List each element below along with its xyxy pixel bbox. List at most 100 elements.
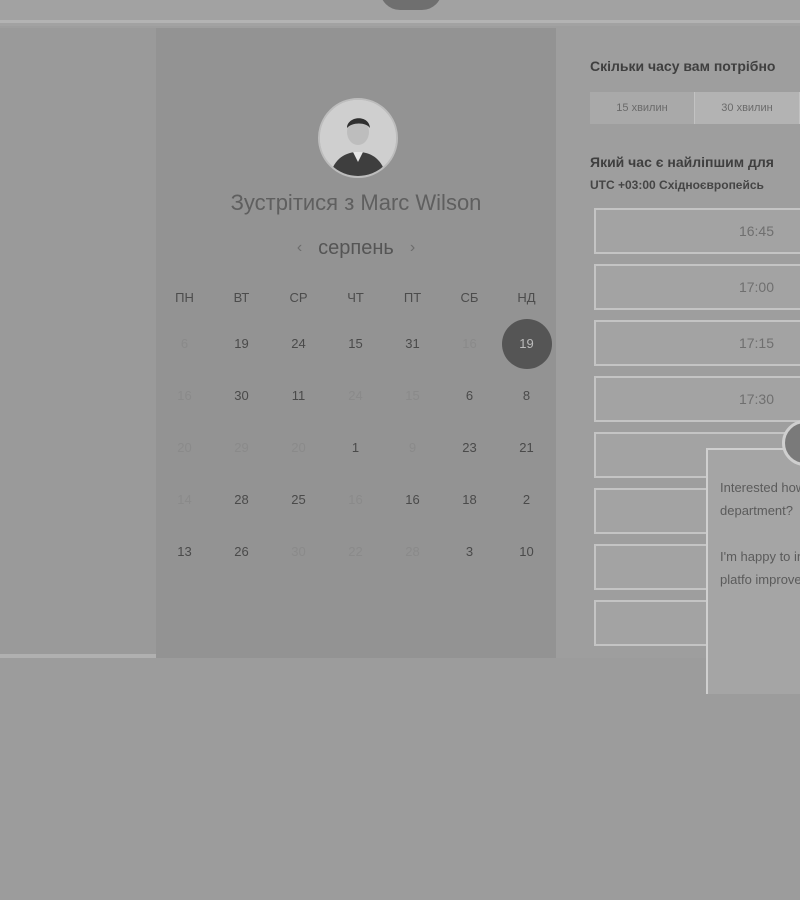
calendar-day-number: 30 xyxy=(291,544,306,559)
calendar-day: 14 xyxy=(156,474,213,526)
time-slot-button[interactable]: 16:45 xyxy=(594,208,800,254)
calendar-day-number: 25 xyxy=(291,492,306,507)
calendar-day[interactable]: 28 xyxy=(213,474,270,526)
calendar-day: 24 xyxy=(327,370,384,422)
chevron-left-icon[interactable]: ‹ xyxy=(297,239,302,257)
calendar-day-number: 16 xyxy=(405,492,420,507)
calendar-day: 30 xyxy=(270,526,327,578)
duration-selector: 15 хвилин 30 хвилин xyxy=(590,92,800,124)
calendar-weeks: 6 19 24 15 31 16 19 16 30 11 24 15 6 8 20 29 20 1 9 23 21 14 2… xyxy=(156,318,556,578)
chat-paragraph-2: I'm happy to insight into h use our plat… xyxy=(720,549,800,587)
calendar-day-number: 21 xyxy=(519,440,534,455)
weekday-label: ПН xyxy=(175,290,194,305)
calendar-grid: ПН ВТ СР ЧТ ПТ СБ НД 6 19 24 15 31 16 19 16 30 11 24 15 6 8… xyxy=(156,290,556,578)
calendar-day-number: 29 xyxy=(234,440,249,455)
calendar-day[interactable]: 25 xyxy=(270,474,327,526)
calendar-day: 16 xyxy=(156,370,213,422)
calendar-day-number: 2 xyxy=(522,492,531,507)
calendar-day-number: 23 xyxy=(462,440,477,455)
calendar-day[interactable]: 13 xyxy=(156,526,213,578)
calendar-day-number: 24 xyxy=(348,388,363,403)
calendar-day-number: 19 xyxy=(501,319,552,369)
calendar-day-number: 15 xyxy=(348,336,363,351)
time-slot-button[interactable]: 17:15 xyxy=(594,320,800,366)
calendar-day[interactable]: 1 xyxy=(327,422,384,474)
chat-paragraph-1: Interested how Management department? xyxy=(720,480,800,518)
host-avatar xyxy=(318,98,398,178)
calendar-day[interactable]: 15 xyxy=(327,318,384,370)
weekday-label: ПТ xyxy=(403,290,422,305)
calendar-day-number: 20 xyxy=(291,440,306,455)
time-slot-button[interactable]: 17:30 xyxy=(594,376,800,422)
calendar-day-number: 1 xyxy=(351,440,360,455)
chevron-right-icon[interactable]: › xyxy=(410,239,415,257)
calendar-week-row: 16 30 11 24 15 6 8 xyxy=(156,370,556,422)
calendar-day-number: 3 xyxy=(465,544,474,559)
calendar-day-number: 14 xyxy=(177,492,192,507)
calendar-week-row: 20 29 20 1 9 23 21 xyxy=(156,422,556,474)
calendar-day-number: 6 xyxy=(465,388,474,403)
weekday-label: ВТ xyxy=(233,290,250,305)
calendar-day: 29 xyxy=(213,422,270,474)
calendar-day[interactable]: 23 xyxy=(441,422,498,474)
duration-option[interactable]: 30 хвилин xyxy=(695,92,800,124)
calendar-day[interactable]: 21 xyxy=(498,422,555,474)
calendar-day[interactable]: 11 xyxy=(270,370,327,422)
calendar-day: 6 xyxy=(156,318,213,370)
calendar-day[interactable]: 31 xyxy=(384,318,441,370)
calendar-day-number: 30 xyxy=(234,388,249,403)
calendar-day[interactable]: 26 xyxy=(213,526,270,578)
duration-question: Скільки часу вам потрібно xyxy=(590,58,776,74)
brand-logo-icon[interactable] xyxy=(380,0,442,10)
calendar-day: 28 xyxy=(384,526,441,578)
meeting-title: Зустрітися з Marc Wilson xyxy=(230,190,482,215)
calendar-day-number: 16 xyxy=(462,336,477,351)
time-slot-button[interactable]: 17:00 xyxy=(594,264,800,310)
calendar-week-row: 6 19 24 15 31 16 19 xyxy=(156,318,556,370)
calendar-day[interactable]: 30 xyxy=(213,370,270,422)
calendar-panel: Зустрітися з Marc Wilson ‹ серпень › ПН В… xyxy=(156,28,556,658)
header-divider xyxy=(0,20,800,23)
calendar-day: 16 xyxy=(327,474,384,526)
calendar-day[interactable]: 6 xyxy=(441,370,498,422)
calendar-day-number: 6 xyxy=(180,336,189,351)
chat-message: Interested how Management department? I'… xyxy=(720,476,800,614)
duration-option[interactable]: 15 хвилин xyxy=(590,92,695,124)
calendar-day[interactable]: 18 xyxy=(441,474,498,526)
weekday-header: ПН ВТ СР ЧТ ПТ СБ НД xyxy=(156,290,556,310)
chat-popup[interactable]: Interested how Management department? I'… xyxy=(706,448,800,694)
calendar-day[interactable]: 24 xyxy=(270,318,327,370)
calendar-day-number: 10 xyxy=(519,544,534,559)
weekday-label: ЧТ xyxy=(347,290,364,305)
calendar-day: 20 xyxy=(156,422,213,474)
calendar-day-number: 18 xyxy=(462,492,477,507)
month-label: серпень xyxy=(318,236,394,259)
calendar-day[interactable]: 19 xyxy=(213,318,270,370)
calendar-day-number: 20 xyxy=(177,440,192,455)
calendar-day[interactable]: 3 xyxy=(441,526,498,578)
calendar-day-number: 28 xyxy=(405,544,420,559)
calendar-week-row: 14 28 25 16 16 18 2 xyxy=(156,474,556,526)
calendar-day-selected[interactable]: 19 xyxy=(498,318,555,370)
calendar-day-number: 26 xyxy=(234,544,249,559)
calendar-day-number: 8 xyxy=(522,388,531,403)
timezone-label[interactable]: UTC +03:00 Східноєвропейсь xyxy=(590,178,764,192)
calendar-day[interactable]: 16 xyxy=(384,474,441,526)
calendar-day: 15 xyxy=(384,370,441,422)
calendar-day-number: 11 xyxy=(291,388,306,403)
calendar-day[interactable]: 2 xyxy=(498,474,555,526)
weekday-label: НД xyxy=(517,290,536,305)
weekday-label: СБ xyxy=(460,290,479,305)
calendar-day[interactable]: 10 xyxy=(498,526,555,578)
calendar-week-row: 13 26 30 22 28 3 10 xyxy=(156,526,556,578)
left-gutter xyxy=(0,28,156,660)
month-navigator: ‹ серпень › xyxy=(156,233,556,263)
calendar-day-number: 16 xyxy=(177,388,192,403)
calendar-day[interactable]: 8 xyxy=(498,370,555,422)
calendar-day-number: 16 xyxy=(348,492,363,507)
calendar-day-number: 9 xyxy=(408,440,417,455)
weekday-label: СР xyxy=(289,290,308,305)
calendar-day-number: 13 xyxy=(177,544,192,559)
calendar-day: 16 xyxy=(441,318,498,370)
calendar-day: 9 xyxy=(384,422,441,474)
